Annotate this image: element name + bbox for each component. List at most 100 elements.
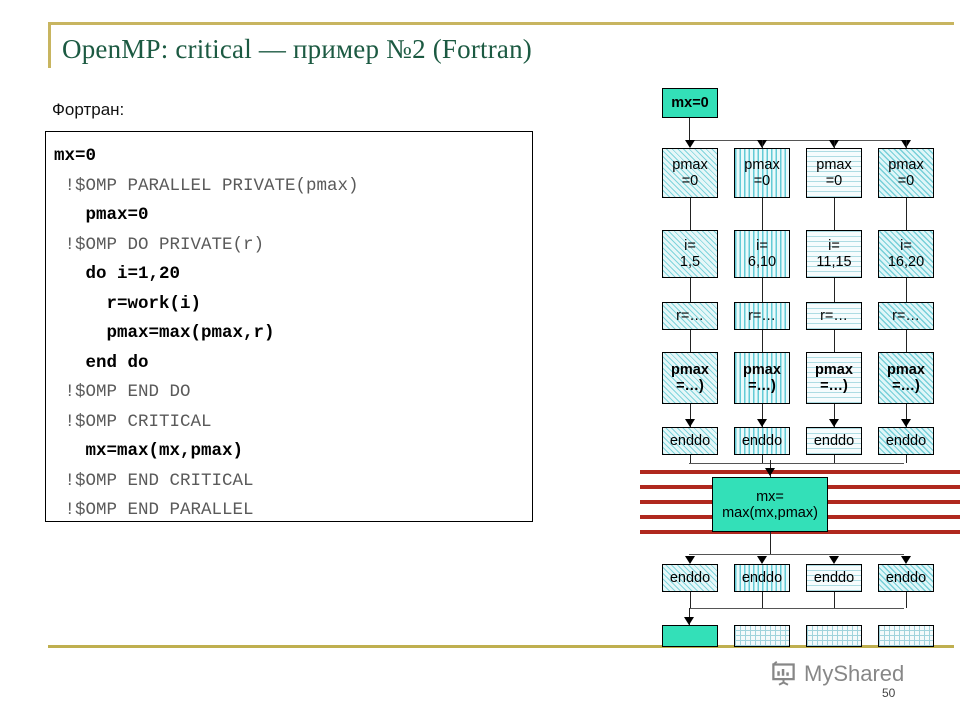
- diagram-node-work-calc-thread-3: r=…: [806, 302, 862, 330]
- node-label: enddo: [813, 570, 855, 586]
- diagram-node-enddo-bottom-thread-4: enddo: [878, 564, 934, 592]
- node-label: r=…: [748, 308, 776, 324]
- node-label: enddo: [885, 570, 927, 586]
- diagram-node-loop-range-thread-2: i= 6,10: [734, 230, 790, 278]
- node-label: enddo: [669, 433, 711, 449]
- critical-in-arrow: [765, 468, 775, 476]
- node-label: pmax: [743, 362, 781, 378]
- diagram-node-loop-range-thread-1: i= 1,5: [662, 230, 718, 278]
- critical-bar-1: [640, 470, 960, 474]
- diagram-node-enddo-top-thread-2: enddo: [734, 427, 790, 455]
- node-label: enddo: [669, 570, 711, 586]
- connector-thread-3-2: [834, 330, 835, 352]
- final-join-stem-1: [690, 592, 691, 608]
- diagram-node-work-calc-thread-2: r=…: [734, 302, 790, 330]
- diagram-node-pmax-init-thread-1: pmax =0: [662, 148, 718, 198]
- code-line-12: !$OMP END PARALLEL: [54, 500, 254, 520]
- execution-flow-diagram: mx=0 pmax =0 i= 1,5 r=… pmax =…) enddo enddo pmax…: [640, 80, 960, 647]
- presentation-chart-icon: [772, 660, 795, 686]
- post-critical-arrow-thread-2: [757, 556, 767, 564]
- node-label: =…): [748, 378, 776, 394]
- node-label: enddo: [741, 570, 783, 586]
- diagram-node-enddo-bottom-thread-3: enddo: [806, 564, 862, 592]
- join-stem-thread-3: [834, 455, 835, 463]
- diagram-node-critical: mx= max(mx,pmax): [712, 477, 828, 532]
- diagram-node-final-thread-2: [734, 625, 790, 647]
- code-line-9: !$OMP CRITICAL: [54, 411, 212, 432]
- critical-line-2: max(mx,pmax): [722, 504, 818, 521]
- connector-thread-4-2: [906, 330, 907, 352]
- code-line-4: do i=1,20: [54, 264, 181, 284]
- node-label: =0: [825, 173, 843, 189]
- node-label: 6,10: [747, 254, 777, 270]
- node-label: r=…: [676, 308, 704, 324]
- node-label: i=: [828, 238, 840, 254]
- page-number: 50: [882, 686, 896, 700]
- node-label: pmax: [744, 157, 780, 173]
- final-join-stem-3: [834, 592, 835, 608]
- connector-thread-4-0: [906, 198, 907, 230]
- enddo-arrow-thread-3: [829, 419, 839, 427]
- connector-thread-3-0: [834, 198, 835, 230]
- node-label: i=: [684, 238, 696, 254]
- diagram-node-final-thread-1: [662, 625, 718, 647]
- diagram-node-enddo-top-thread-1: enddo: [662, 427, 718, 455]
- join-stem-thread-2: [762, 455, 763, 463]
- connector-thread-2-2: [762, 330, 763, 352]
- connector-thread-1-0: [690, 198, 691, 230]
- post-critical-arrow-thread-4: [901, 556, 911, 564]
- fork-stem: [689, 118, 690, 140]
- node-label: i=: [756, 238, 768, 254]
- connector-thread-4-1: [906, 278, 907, 302]
- enddo-arrow-thread-1: [685, 419, 695, 427]
- node-label: =0: [753, 173, 771, 189]
- code-block: mx=0 !$OMP PARALLEL PRIVATE(pmax) pmax=0…: [45, 131, 533, 522]
- code-line-7: end do: [54, 352, 149, 373]
- watermark: MyShared: [770, 660, 904, 687]
- node-label: =…): [892, 378, 920, 394]
- page-title: OpenMP: critical — пример №2 (Fortran): [62, 34, 533, 64]
- node-label: enddo: [885, 433, 927, 449]
- critical-line-1: mx=: [756, 488, 784, 505]
- final-join-stem-2: [762, 592, 763, 608]
- code-listing: mx=0 !$OMP PARALLEL PRIVATE(pmax) pmax=0…: [54, 142, 532, 526]
- critical-out-stem: [770, 532, 771, 554]
- enddo-arrow-thread-4: [901, 419, 911, 427]
- post-critical-bus: [689, 554, 904, 555]
- final-merge-arrow: [684, 617, 694, 625]
- code-line-5: r=work(i): [54, 293, 202, 314]
- fork-drop-2: [762, 140, 763, 148]
- code-line-2: pmax=0: [54, 205, 149, 225]
- join-stem-thread-1: [690, 455, 691, 463]
- language-label: Фортран:: [52, 100, 125, 119]
- connector-thread-1-2: [690, 330, 691, 352]
- code-line-11: !$OMP END CRITICAL: [54, 470, 254, 491]
- diagram-node-loop-range-thread-3: i= 11,15: [806, 230, 862, 278]
- pre-critical-join-bus: [689, 463, 904, 464]
- fork-drop-3: [834, 140, 835, 148]
- diagram-node-work-calc-thread-4: r=…: [878, 302, 934, 330]
- connector-thread-1-1: [690, 278, 691, 302]
- node-label: 16,20: [887, 254, 925, 270]
- final-join-bus: [689, 608, 904, 609]
- diagram-node-pmax-reduce-thread-1: pmax =…): [662, 352, 718, 404]
- node-label: enddo: [813, 433, 855, 449]
- node-label: =0: [681, 173, 699, 189]
- fork-arrow-thread-1: [685, 140, 695, 148]
- diagram-node-final-thread-3: [806, 625, 862, 647]
- diagram-node-pmax-init-thread-4: pmax =0: [878, 148, 934, 198]
- diagram-node-enddo-top-thread-4: enddo: [878, 427, 934, 455]
- diagram-node-final-thread-4: [878, 625, 934, 647]
- diagram-node-pmax-init-thread-3: pmax =0: [806, 148, 862, 198]
- final-join-stem-4: [906, 592, 907, 608]
- connector-thread-2-0: [762, 198, 763, 230]
- diagram-node-pmax-reduce-thread-2: pmax =…): [734, 352, 790, 404]
- diagram-node-work-calc-thread-1: r=…: [662, 302, 718, 330]
- node-label: pmax: [671, 362, 709, 378]
- diagram-node-master: mx=0: [662, 88, 718, 118]
- node-label: r=…: [820, 308, 848, 324]
- node-label: =0: [897, 173, 915, 189]
- node-label: i=: [900, 238, 912, 254]
- connector-thread-2-1: [762, 278, 763, 302]
- code-line-0: mx=0: [54, 146, 97, 166]
